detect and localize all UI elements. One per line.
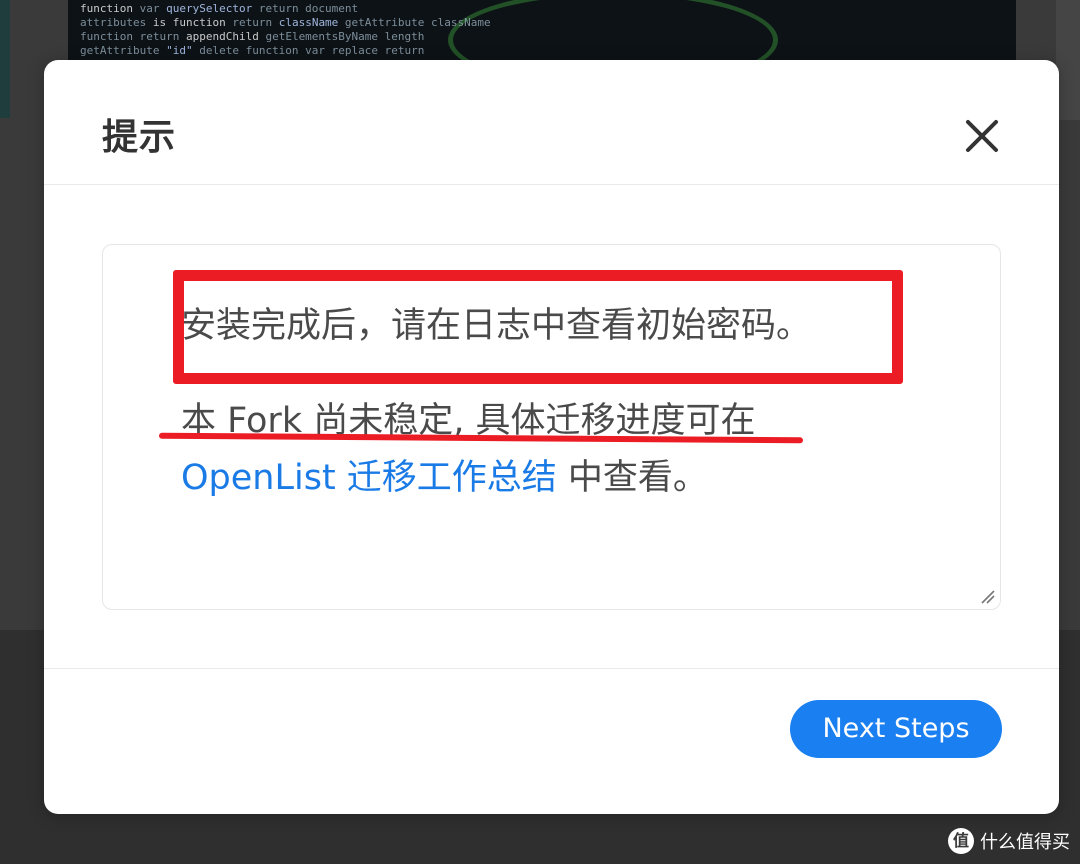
background-swirl-decoration — [448, 0, 778, 60]
watermark: 值 什么值得买 — [948, 826, 1070, 856]
close-button[interactable] — [962, 116, 1002, 156]
watermark-logo-icon: 值 — [948, 828, 974, 854]
background-code-image: function var querySelector return docume… — [68, 0, 1016, 60]
close-icon — [966, 120, 998, 152]
openlist-migration-link[interactable]: OpenList 迁移工作总结 — [181, 458, 557, 498]
background-left-panel — [0, 0, 10, 118]
resize-handle-icon[interactable] — [976, 585, 996, 605]
message-line-suffix: 中查看。 — [556, 458, 708, 498]
dialog-title: 提示 — [102, 117, 177, 158]
tip-dialog: 提示 安装完成后，请在日志中查看初始密码。 本 Fork 尚未稳定, 具体迁移进… — [44, 60, 1059, 814]
message-line-link: OpenList 迁移工作总结 中查看。 — [181, 449, 708, 500]
next-steps-button[interactable]: Next Steps — [790, 700, 1002, 758]
message-textarea[interactable]: 安装完成后，请在日志中查看初始密码。 本 Fork 尚未稳定, 具体迁移进度可在… — [102, 244, 1001, 610]
dialog-header: 提示 — [44, 60, 1059, 185]
dialog-footer: Next Steps — [44, 668, 1059, 815]
background-right-panel — [1056, 0, 1080, 120]
watermark-text: 什么值得买 — [980, 832, 1070, 853]
red-highlight-box — [173, 270, 903, 384]
